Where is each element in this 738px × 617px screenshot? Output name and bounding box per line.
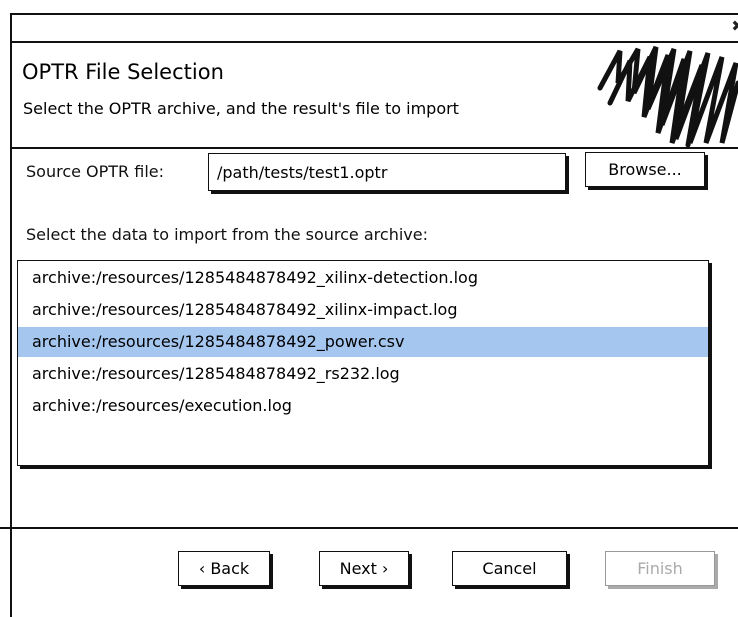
page-subtitle: Select the OPTR archive, and the result'… <box>23 99 459 118</box>
cancel-button[interactable]: Cancel <box>452 551 567 586</box>
list-item[interactable]: archive:/resources/execution.log <box>18 391 708 421</box>
header-divider <box>12 147 738 149</box>
list-item[interactable]: archive:/resources/1285484878492_xilinx-… <box>18 295 708 325</box>
source-file-input[interactable] <box>208 153 566 191</box>
close-icon[interactable]: ✖ <box>731 19 738 34</box>
next-button[interactable]: Next › <box>319 551 409 586</box>
wizard-header: OPTR File Selection Select the OPTR arch… <box>12 43 738 147</box>
footer-divider <box>0 527 738 529</box>
list-item-selected[interactable]: archive:/resources/1285484878492_power.c… <box>18 327 708 357</box>
scribble-icon <box>597 45 738 147</box>
browse-button[interactable]: Browse... <box>585 152 705 187</box>
data-select-label: Select the data to import from the sourc… <box>26 225 428 244</box>
finish-button: Finish <box>605 551 715 586</box>
archive-file-list[interactable]: archive:/resources/1285484878492_xilinx-… <box>17 260 709 466</box>
list-item[interactable]: archive:/resources/1285484878492_rs232.l… <box>18 359 708 389</box>
page-title: OPTR File Selection <box>22 60 224 84</box>
back-button[interactable]: ‹ Back <box>178 551 270 586</box>
source-file-label: Source OPTR file: <box>26 162 165 181</box>
list-item[interactable]: archive:/resources/1285484878492_xilinx-… <box>18 263 708 293</box>
